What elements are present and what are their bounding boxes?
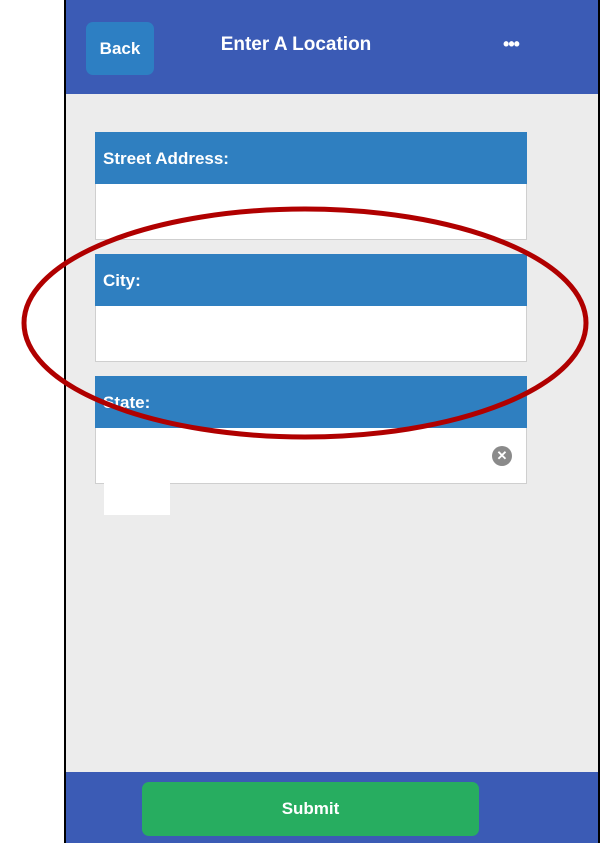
city-input-wrapper [95, 306, 527, 362]
clear-circle-icon[interactable]: ✕ [492, 446, 512, 466]
blank-suggestion-box [104, 481, 170, 515]
phone-screen: Back Enter A Location ••• Street Address… [64, 0, 600, 843]
street-address-field: Street Address: [95, 132, 527, 240]
back-button[interactable]: Back [86, 22, 154, 75]
street-address-label: Street Address: [95, 132, 527, 184]
street-address-input[interactable] [96, 184, 526, 239]
street-address-input-wrapper [95, 184, 527, 240]
city-field: City: [95, 254, 527, 362]
state-field: State: ✕ [95, 376, 527, 484]
city-label: City: [95, 254, 527, 306]
state-input-wrapper: ✕ [95, 428, 527, 484]
submit-button[interactable]: Submit [142, 782, 479, 836]
bottom-bar: Submit [66, 772, 598, 843]
page-title: Enter A Location [220, 34, 372, 55]
city-input[interactable] [96, 306, 526, 361]
state-label: State: [95, 376, 527, 428]
more-options-icon[interactable]: ••• [496, 34, 526, 58]
state-input[interactable] [96, 428, 526, 483]
top-app-bar: Back Enter A Location ••• [66, 0, 598, 94]
